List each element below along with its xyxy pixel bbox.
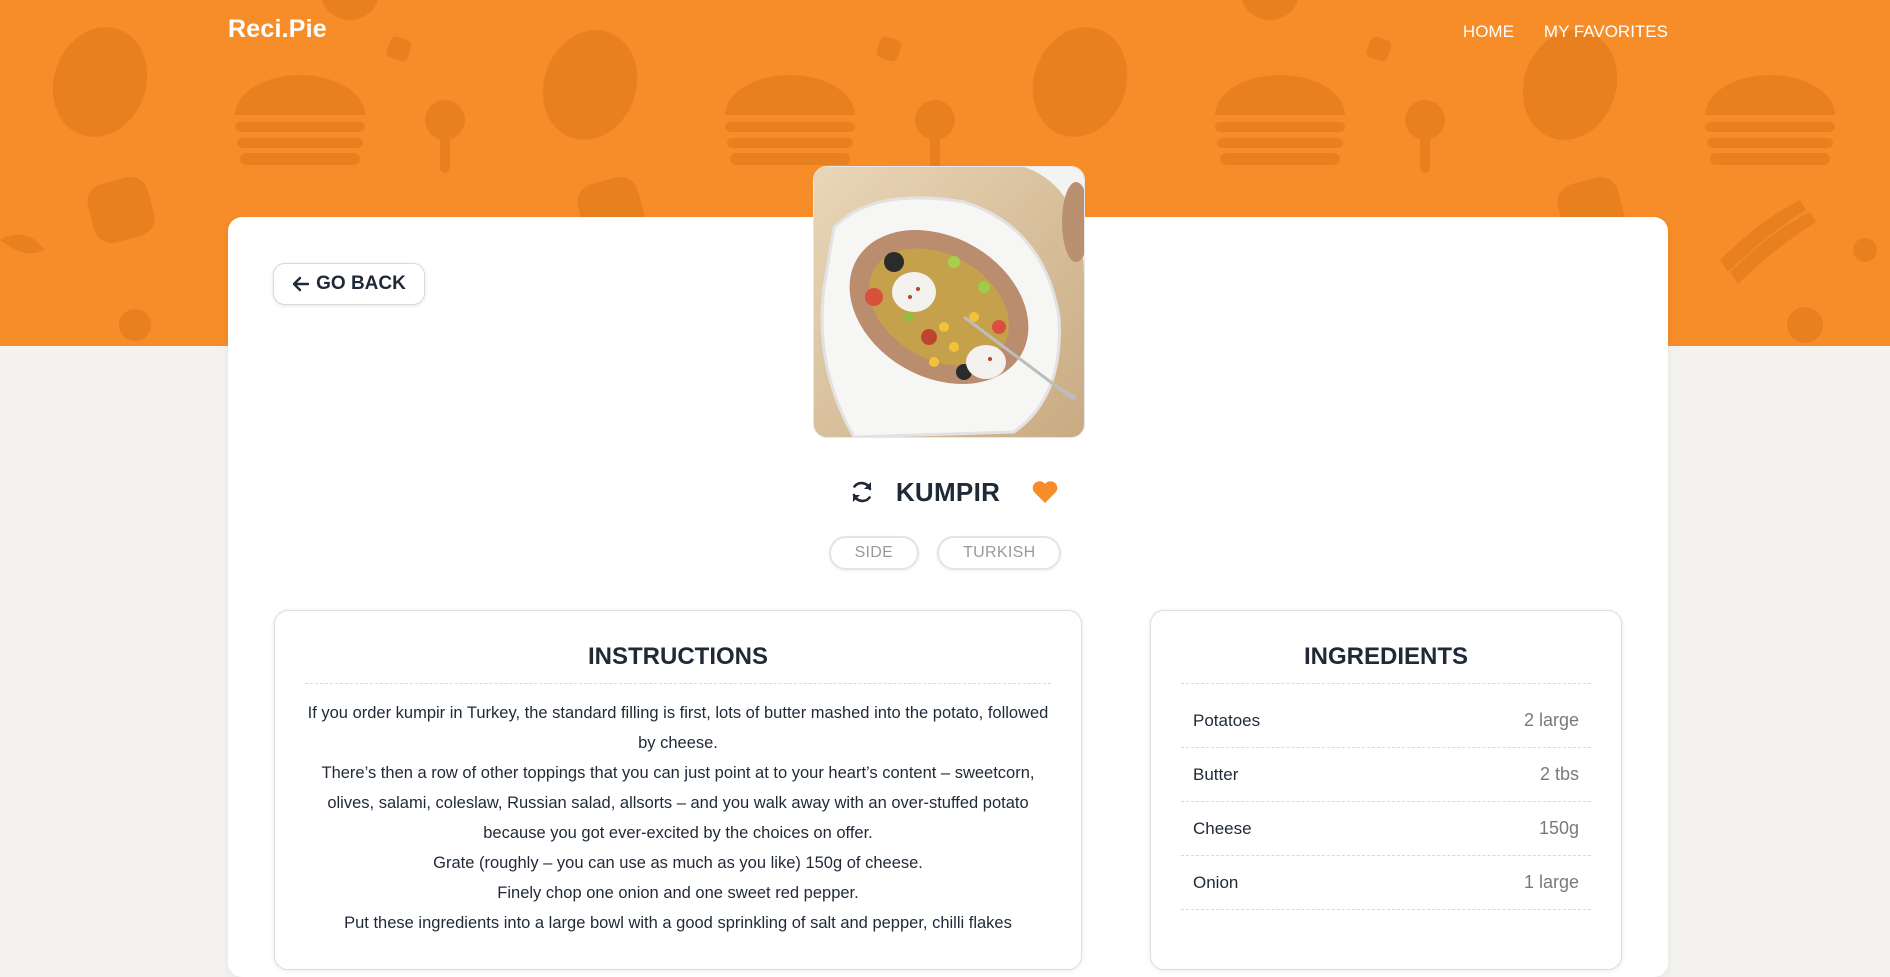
instruction-paragraph: If you order kumpir in Turkey, the stand…	[307, 704, 1049, 752]
nav-home-link[interactable]: HOME	[1463, 22, 1514, 42]
tag-turkish[interactable]: TURKISH	[937, 536, 1062, 570]
ingredient-name: Butter	[1193, 764, 1239, 784]
ingredient-quantity: 2 tbs	[1539, 764, 1579, 784]
ingredients-panel: INGREDIENTS Potatoes 2 large Butter 2 tb…	[1150, 610, 1622, 970]
recipe-photo	[814, 167, 1084, 437]
instruction-paragraph: Finely chop one onion and one sweet red …	[497, 884, 859, 902]
go-back-button[interactable]: GO BACK	[273, 263, 425, 305]
nav-favorites-link[interactable]: MY FAVORITES	[1544, 22, 1668, 42]
instruction-paragraph: Put these ingredients into a large bowl …	[344, 914, 1012, 932]
tag-side[interactable]: SIDE	[828, 536, 920, 570]
ingredient-row: Onion 1 large	[1181, 856, 1591, 910]
ingredient-quantity: 1 large	[1523, 872, 1579, 892]
recipe-title: KUMPIR	[895, 476, 1001, 507]
go-back-label: GO BACK	[316, 273, 406, 294]
recipe-title-row: KUMPIR	[228, 472, 1668, 512]
recipe-tags: SIDE TURKISH	[0, 536, 1890, 570]
instruction-paragraph: There’s then a row of other toppings tha…	[321, 764, 1035, 842]
ingredient-row: Potatoes 2 large	[1181, 694, 1591, 748]
ingredient-name: Onion	[1193, 872, 1239, 892]
ingredient-name: Potatoes	[1193, 710, 1261, 730]
ingredient-row: Cheese 150g	[1181, 802, 1591, 856]
ingredients-list: Potatoes 2 large Butter 2 tbs Cheese 150…	[1181, 694, 1591, 910]
ingredient-name: Cheese	[1193, 818, 1252, 838]
ingredient-row: Butter 2 tbs	[1181, 748, 1591, 802]
brand-logo[interactable]: Reci.Pie	[228, 15, 327, 44]
heart-icon[interactable]	[1031, 479, 1059, 505]
instruction-paragraph: Grate (roughly – you can use as much as …	[433, 854, 923, 872]
top-nav: HOME MY FAVORITES	[1463, 22, 1668, 42]
ingredients-heading: INGREDIENTS	[1181, 643, 1591, 684]
ingredient-quantity: 150g	[1538, 818, 1579, 838]
instructions-text: If you order kumpir in Turkey, the stand…	[305, 698, 1051, 938]
instructions-heading: INSTRUCTIONS	[305, 643, 1051, 684]
arrow-left-icon	[292, 276, 310, 292]
instructions-panel: INSTRUCTIONS If you order kumpir in Turk…	[274, 610, 1082, 970]
refresh-icon[interactable]	[848, 478, 876, 506]
ingredient-quantity: 2 large	[1523, 710, 1579, 730]
recipe-image	[813, 166, 1085, 438]
